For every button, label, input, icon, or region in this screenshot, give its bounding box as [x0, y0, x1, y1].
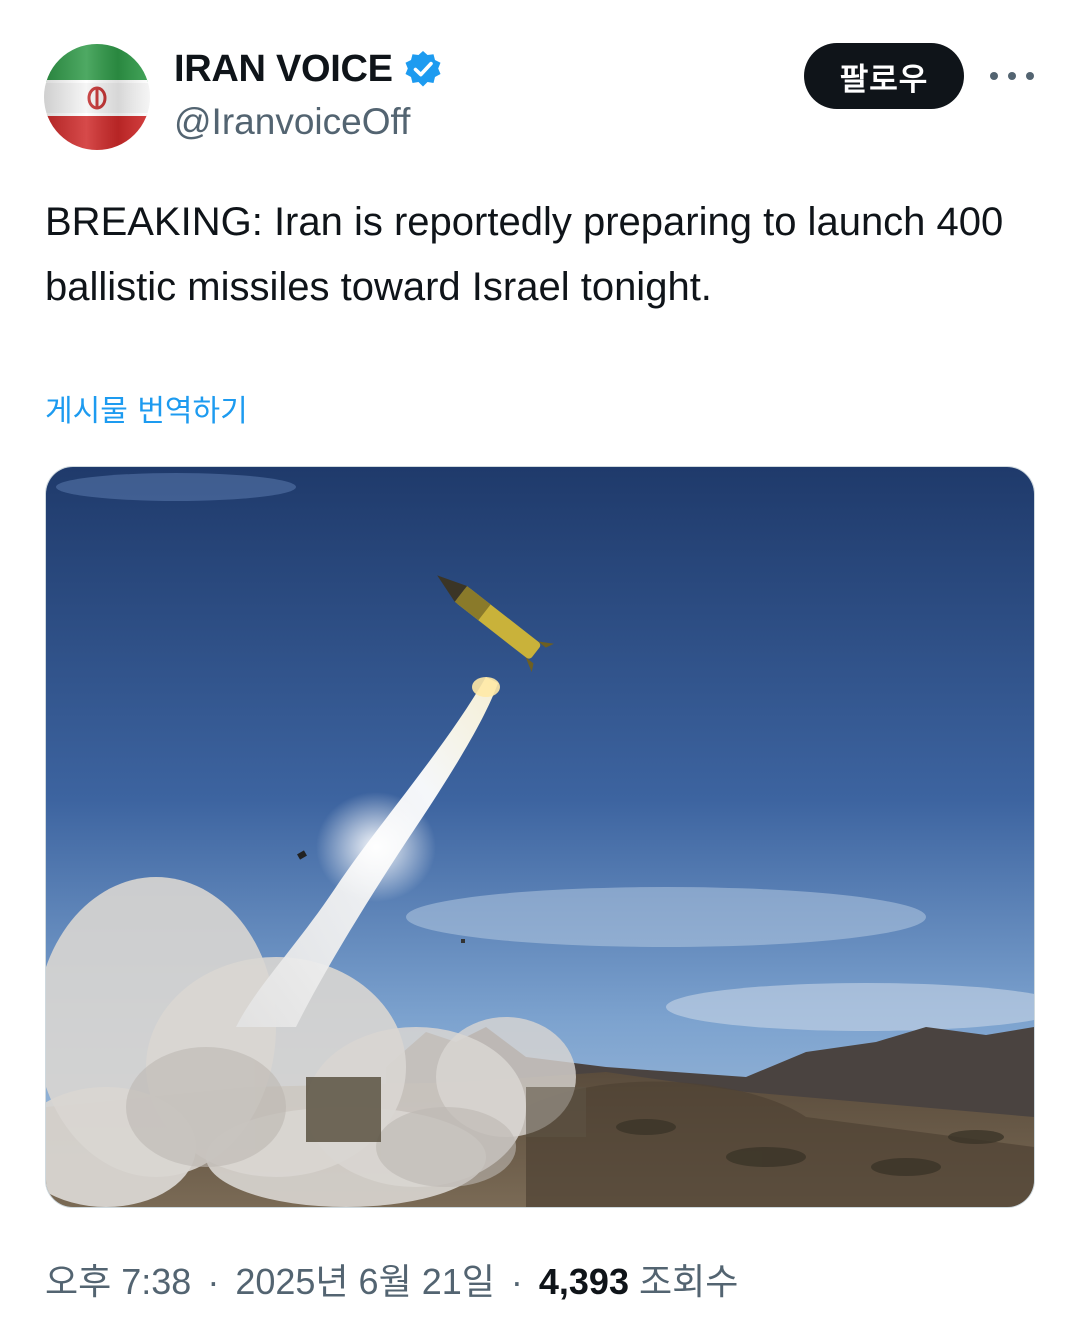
views-count[interactable]: 4,393	[539, 1261, 629, 1302]
tweet-time[interactable]: 오후 7:38	[45, 1261, 191, 1302]
missile-launch-photo	[46, 467, 1034, 1207]
tweet-date[interactable]: 2025년 6월 21일	[235, 1261, 495, 1302]
avatar[interactable]	[44, 44, 150, 150]
tweet-text: BREAKING: Iran is reportedly preparing t…	[45, 200, 1004, 309]
author-display-name[interactable]: IRAN VOICE	[174, 46, 393, 92]
tweet: IRAN VOICE @IranvoiceOff 팔로우 BREAKING: I…	[0, 0, 1080, 1340]
tweet-media-photo[interactable]	[45, 466, 1035, 1208]
more-options-icon[interactable]	[990, 66, 1034, 86]
dot	[990, 72, 998, 80]
meta-separator: ·	[207, 1261, 220, 1302]
translate-post-link[interactable]: 게시물 번역하기	[45, 392, 248, 432]
author-handle[interactable]: @IranvoiceOff	[174, 100, 410, 144]
dot	[1008, 72, 1016, 80]
meta-separator: ·	[510, 1261, 523, 1302]
dot	[1026, 72, 1034, 80]
follow-button[interactable]: 팔로우	[804, 43, 964, 109]
verified-badge-icon	[405, 51, 441, 87]
views-label: 조회수	[639, 1261, 739, 1302]
iran-flag-icon	[44, 44, 150, 150]
author-name-row: IRAN VOICE	[174, 46, 443, 92]
tweet-meta: 오후 7:38 · 2025년 6월 21일 · 4,393 조회수	[45, 1258, 738, 1306]
